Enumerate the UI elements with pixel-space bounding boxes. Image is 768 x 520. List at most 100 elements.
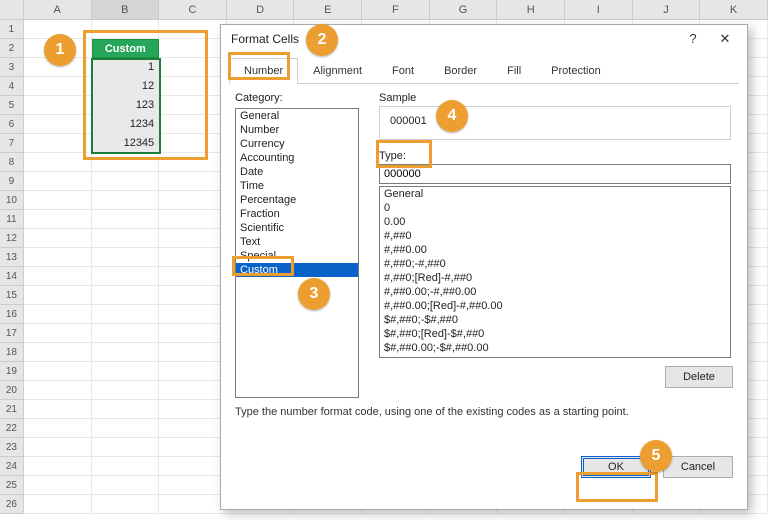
select-all-corner[interactable]	[0, 0, 24, 20]
cell[interactable]	[159, 286, 227, 305]
category-item[interactable]: Custom	[236, 263, 358, 277]
col-head-B[interactable]: B	[92, 0, 160, 20]
cell[interactable]	[159, 115, 227, 134]
cell[interactable]	[24, 305, 92, 324]
cell[interactable]	[24, 495, 92, 514]
cell[interactable]	[92, 153, 160, 172]
row-head-12[interactable]: 12	[0, 229, 24, 248]
row-head-19[interactable]: 19	[0, 362, 24, 381]
cell[interactable]	[92, 324, 160, 343]
col-head-E[interactable]: E	[294, 0, 362, 20]
cell[interactable]	[159, 324, 227, 343]
tab-border[interactable]: Border	[429, 58, 492, 84]
cell[interactable]	[24, 115, 92, 134]
row-head-13[interactable]: 13	[0, 248, 24, 267]
category-item[interactable]: Text	[236, 235, 358, 249]
cell[interactable]	[24, 438, 92, 457]
cell[interactable]	[24, 286, 92, 305]
help-button[interactable]: ?	[677, 28, 709, 50]
cell[interactable]	[24, 381, 92, 400]
col-head-K[interactable]: K	[700, 0, 768, 20]
cell[interactable]	[159, 229, 227, 248]
type-list-item[interactable]: #,##0.00;[Red]-#,##0.00	[380, 299, 730, 313]
row-head-26[interactable]: 26	[0, 495, 24, 514]
row-head-2[interactable]: 2	[0, 39, 24, 58]
row-head-11[interactable]: 11	[0, 210, 24, 229]
type-list-item[interactable]: $#,##0;-$#,##0	[380, 313, 730, 327]
col-head-A[interactable]: A	[24, 0, 92, 20]
cell[interactable]	[24, 362, 92, 381]
row-head-23[interactable]: 23	[0, 438, 24, 457]
cell[interactable]	[159, 172, 227, 191]
cell[interactable]	[24, 96, 92, 115]
col-head-F[interactable]: F	[362, 0, 430, 20]
cell[interactable]	[24, 457, 92, 476]
category-item[interactable]: General	[236, 109, 358, 123]
tab-font[interactable]: Font	[377, 58, 429, 84]
cell[interactable]	[92, 191, 160, 210]
cell[interactable]	[159, 267, 227, 286]
cell[interactable]	[92, 229, 160, 248]
type-list-item[interactable]: 0	[380, 201, 730, 215]
cell[interactable]	[159, 210, 227, 229]
cell[interactable]	[159, 96, 227, 115]
category-item[interactable]: Special	[236, 249, 358, 263]
col-head-J[interactable]: J	[633, 0, 701, 20]
cell[interactable]	[159, 58, 227, 77]
row-head-5[interactable]: 5	[0, 96, 24, 115]
cell[interactable]	[92, 286, 160, 305]
cell[interactable]	[159, 476, 227, 495]
cell[interactable]	[159, 495, 227, 514]
cell[interactable]	[24, 476, 92, 495]
delete-button[interactable]: Delete	[665, 366, 733, 388]
type-list-item[interactable]: $#,##0;[Red]-$#,##0	[380, 327, 730, 341]
cell[interactable]	[92, 305, 160, 324]
type-listbox[interactable]: General00.00#,##0#,##0.00#,##0;-#,##0#,#…	[379, 186, 731, 358]
cell[interactable]	[24, 267, 92, 286]
cell[interactable]	[159, 248, 227, 267]
col-head-H[interactable]: H	[497, 0, 565, 20]
cell[interactable]	[24, 210, 92, 229]
cell[interactable]	[24, 191, 92, 210]
cell[interactable]	[159, 381, 227, 400]
category-item[interactable]: Currency	[236, 137, 358, 151]
cell[interactable]	[159, 39, 227, 58]
col-head-I[interactable]: I	[565, 0, 633, 20]
cell[interactable]	[92, 438, 160, 457]
cell[interactable]	[159, 134, 227, 153]
cell[interactable]	[92, 172, 160, 191]
cell[interactable]	[159, 191, 227, 210]
category-item[interactable]: Fraction	[236, 207, 358, 221]
header-cell[interactable]: Custom Format	[92, 39, 160, 58]
row-head-18[interactable]: 18	[0, 343, 24, 362]
cell[interactable]	[159, 362, 227, 381]
data-cell[interactable]: 1	[92, 58, 160, 77]
cell[interactable]	[159, 20, 227, 39]
cell[interactable]	[24, 229, 92, 248]
row-head-10[interactable]: 10	[0, 191, 24, 210]
cancel-button[interactable]: Cancel	[663, 456, 733, 478]
data-cell[interactable]: 1234	[92, 115, 160, 134]
cell[interactable]	[92, 267, 160, 286]
col-head-D[interactable]: D	[227, 0, 295, 20]
type-list-item[interactable]: #,##0.00;-#,##0.00	[380, 285, 730, 299]
type-input[interactable]	[379, 164, 731, 184]
tab-fill[interactable]: Fill	[492, 58, 536, 84]
cell[interactable]	[92, 343, 160, 362]
cell[interactable]	[92, 419, 160, 438]
cell[interactable]	[92, 210, 160, 229]
col-head-G[interactable]: G	[430, 0, 498, 20]
tab-alignment[interactable]: Alignment	[298, 58, 377, 84]
cell[interactable]	[92, 400, 160, 419]
row-head-16[interactable]: 16	[0, 305, 24, 324]
row-head-25[interactable]: 25	[0, 476, 24, 495]
row-head-20[interactable]: 20	[0, 381, 24, 400]
cell[interactable]	[159, 153, 227, 172]
tab-protection[interactable]: Protection	[536, 58, 616, 84]
close-button[interactable]: ✕	[709, 28, 741, 50]
cell[interactable]	[159, 457, 227, 476]
dialog-titlebar[interactable]: Format Cells ? ✕	[221, 25, 747, 53]
cell[interactable]	[159, 400, 227, 419]
cell[interactable]	[92, 362, 160, 381]
row-head-22[interactable]: 22	[0, 419, 24, 438]
